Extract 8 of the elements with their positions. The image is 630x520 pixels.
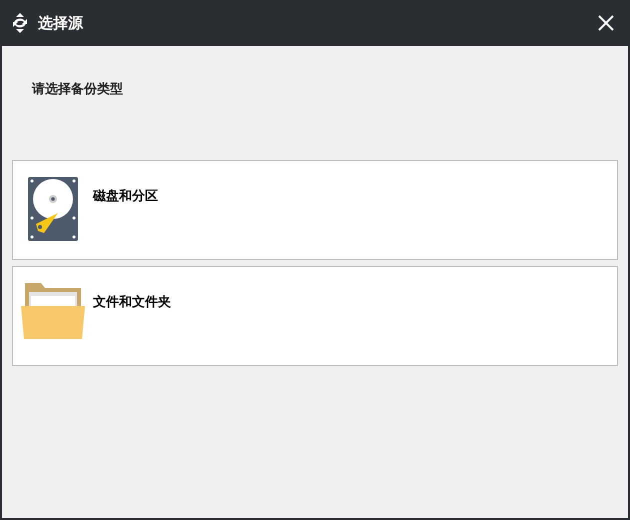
backup-type-option[interactable]: 磁盘和分区 [12,160,618,260]
sync-arrows-icon [10,12,30,34]
folder-icon [21,283,85,341]
close-icon [598,15,614,31]
window-title: 选择源 [38,12,83,34]
hard-drive-icon [28,177,78,241]
backup-type-option[interactable]: 文件和文件夹 [12,266,618,366]
prompt-text: 请选择备份类型 [32,82,123,97]
